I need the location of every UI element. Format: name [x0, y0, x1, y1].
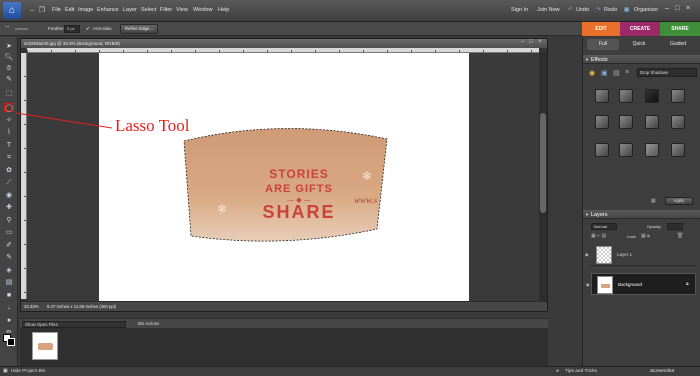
hide-bin-icon[interactable]: ▣	[3, 369, 8, 374]
bin-thumbnail[interactable]	[32, 332, 58, 360]
fx-layer-styles-icon[interactable]: ▣	[601, 69, 608, 77]
right-panel: Full Quick Guided ▼ Effects ◉ ▣ ▤ ≡ Drop…	[582, 37, 700, 366]
effect-swatch-12[interactable]	[671, 143, 685, 157]
layers-panel-header[interactable]: ▼ Layers	[583, 210, 700, 219]
tips-icon[interactable]: ●	[556, 369, 559, 374]
visibility-eye-icon[interactable]: ◉	[585, 252, 589, 257]
tab-full[interactable]: Full	[587, 39, 619, 50]
hide-project-bin-link[interactable]: Hide Project Bin	[11, 369, 45, 374]
effect-swatch-2[interactable]	[619, 89, 633, 103]
effects-title: Effects	[591, 56, 608, 63]
thumbnail-sleeve	[601, 284, 610, 288]
effects-settings-icon[interactable]: ▦	[651, 198, 656, 204]
visibility-eye-icon[interactable]: ◉	[586, 282, 590, 287]
annotation-label: Lasso Tool	[115, 116, 190, 135]
lock-label: Lock:	[627, 234, 637, 239]
layer-row[interactable]: ◉ Layer 1	[585, 244, 696, 266]
fx-filters-icon[interactable]: ◉	[589, 69, 595, 77]
collapse-icon[interactable]: ▼	[585, 57, 589, 62]
thumbnail-sleeve	[38, 343, 53, 350]
effects-panel-header[interactable]: ▼ Effects	[583, 55, 700, 64]
effect-swatch-4[interactable]	[671, 89, 685, 103]
effect-swatch-6[interactable]	[619, 115, 633, 129]
tab-guided[interactable]: Guided	[661, 39, 695, 50]
layer-thumbnail	[597, 276, 613, 294]
new-layer-icons[interactable]: ▣ ◐ ▤	[591, 233, 606, 239]
layer-name: Layer 1	[617, 252, 633, 257]
lock-icon: 🔒︎	[686, 281, 689, 287]
effect-swatch-5[interactable]	[595, 115, 609, 129]
effect-swatch-8[interactable]	[671, 115, 685, 129]
tips-and-tricks-link[interactable]: Tips and Tricks	[565, 369, 597, 374]
fx-photo-effects-icon[interactable]: ▤	[613, 69, 620, 77]
opacity-field[interactable]	[667, 223, 683, 230]
collapse-icon[interactable]: ▼	[585, 212, 589, 217]
effect-swatch-3[interactable]	[645, 89, 659, 103]
effect-swatch-11[interactable]	[645, 143, 659, 157]
project-bin	[20, 328, 548, 366]
effect-swatch-9[interactable]	[595, 143, 609, 157]
annotation-arrow-line	[15, 112, 113, 129]
blend-mode-dropdown[interactable]: Normal	[591, 223, 617, 230]
delete-layer-icon[interactable]: 🗑︎	[677, 233, 683, 239]
effect-swatch-7[interactable]	[645, 115, 659, 129]
effect-swatch-10[interactable]	[619, 143, 633, 157]
lock-icons[interactable]: ▦ 🔒︎	[641, 233, 650, 239]
watermark-text: Screenshot	[650, 369, 675, 374]
layer-row-selected[interactable]: ◉ Background 🔒︎	[586, 273, 696, 295]
project-bin-header: Show Open Files Bin Actions	[20, 318, 548, 328]
layer-thumbnail	[596, 246, 612, 264]
tab-quick[interactable]: Quick	[623, 39, 655, 50]
opacity-label: Opacity:	[647, 224, 662, 229]
apply-button[interactable]: Apply	[665, 197, 693, 205]
bin-actions-menu[interactable]: Bin Actions	[138, 321, 159, 326]
footer-bar: ▣ Hide Project Bin ● Tips and Tricks Scr…	[0, 366, 700, 376]
layers-title: Layers	[591, 211, 608, 218]
layer-name: Background	[618, 282, 643, 287]
fx-list-icon[interactable]: ≡	[625, 69, 629, 76]
effect-swatch-1[interactable]	[595, 89, 609, 103]
effects-category-dropdown[interactable]: Drop Shadows	[637, 68, 697, 77]
show-open-files-dropdown[interactable]: Show Open Files	[22, 320, 126, 328]
